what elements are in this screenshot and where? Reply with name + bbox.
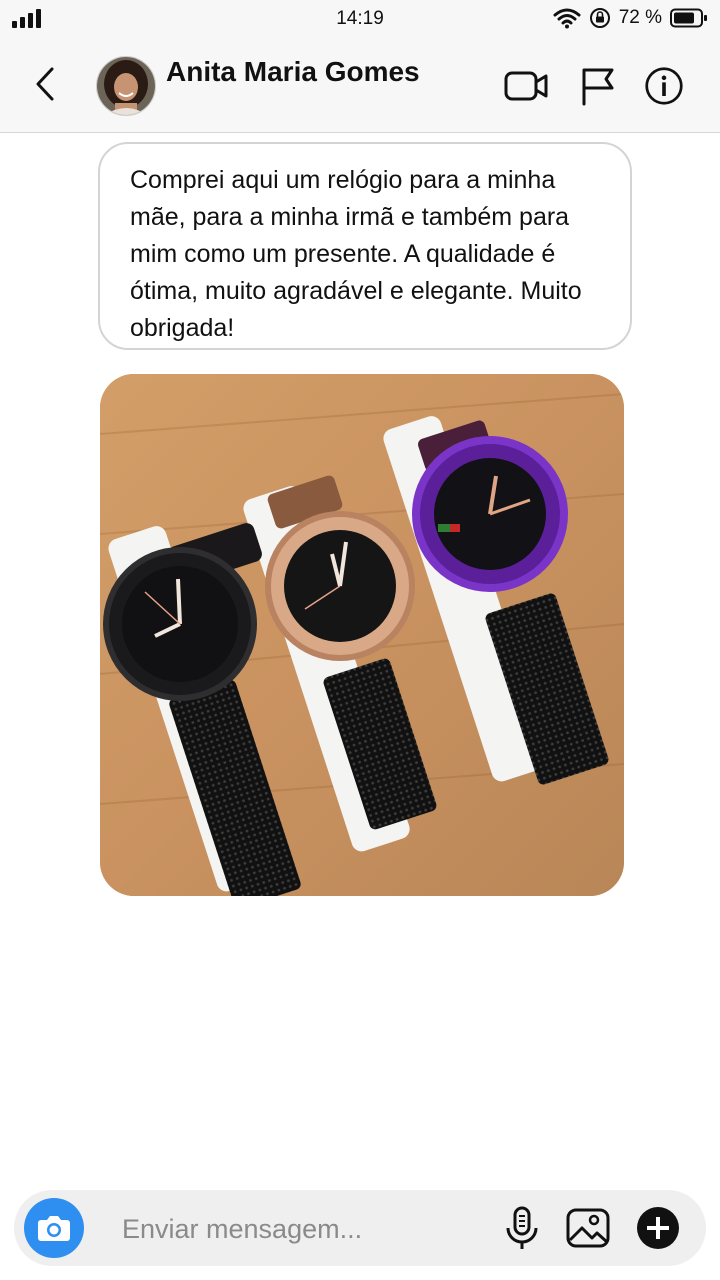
avatar[interactable] — [96, 56, 156, 116]
message-input[interactable] — [120, 1208, 454, 1250]
plus-icon[interactable] — [634, 1204, 682, 1252]
microphone-icon[interactable] — [498, 1204, 546, 1252]
message-composer — [14, 1190, 706, 1266]
battery-percent: 72 % — [618, 7, 662, 28]
camera-button[interactable] — [24, 1198, 84, 1258]
contact-name[interactable]: Anita Maria Gomes — [166, 56, 420, 88]
avatar-image — [97, 57, 155, 115]
message-text: Comprei aqui um relógio para a minha mãe… — [130, 166, 582, 342]
image-icon[interactable] — [564, 1204, 612, 1252]
wifi-icon — [553, 8, 581, 29]
camera-icon — [38, 1216, 70, 1241]
chat-header: Anita Maria Gomes — [0, 36, 720, 133]
status-right: 72 % — [553, 6, 708, 30]
video-camera-icon[interactable] — [504, 66, 548, 106]
message-photo[interactable] — [100, 374, 624, 896]
chevron-left-icon[interactable] — [28, 66, 64, 102]
rotation-lock-icon — [589, 8, 610, 28]
info-icon[interactable] — [642, 66, 686, 106]
watches-photo-image — [100, 374, 624, 896]
status-bar: 14:19 72 % — [0, 0, 720, 36]
battery-icon — [670, 8, 707, 28]
flag-icon[interactable] — [576, 66, 620, 106]
message-bubble[interactable]: Comprei aqui um relógio para a minha mãe… — [98, 142, 632, 350]
